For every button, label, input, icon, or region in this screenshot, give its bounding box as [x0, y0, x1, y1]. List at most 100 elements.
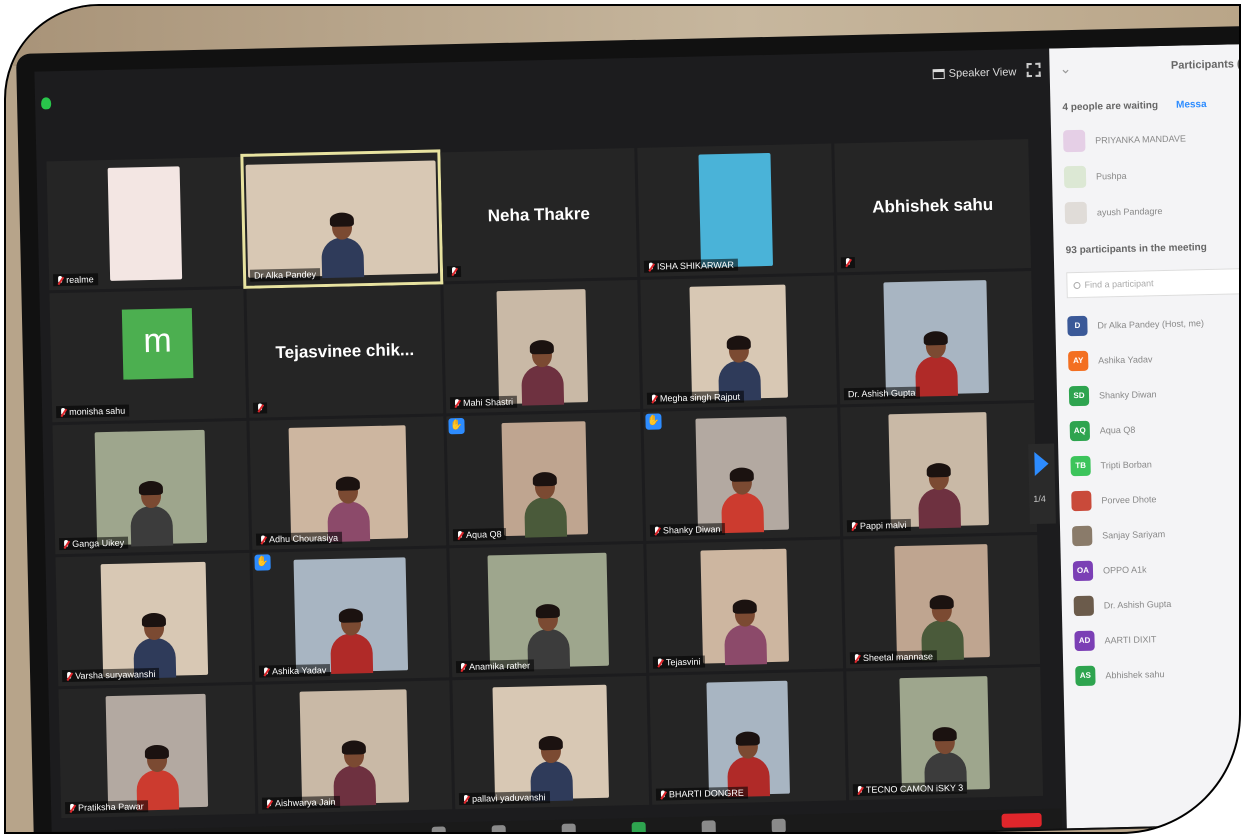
muted-mic-icon [854, 654, 860, 663]
video-tile[interactable]: Aishwarya Jain [255, 680, 453, 814]
waiting-participant-name: Pushpa [1095, 170, 1127, 182]
end-meeting-button[interactable] [1001, 812, 1042, 828]
video-tile[interactable]: Pratiksha Pawar [58, 684, 256, 819]
muted-mic-icon [60, 407, 66, 416]
video-tile[interactable]: Varsha suryawanshi [55, 552, 253, 687]
participant-name-tag: Aishwarya Jain [261, 795, 340, 810]
video-feed [689, 284, 788, 402]
participant-name-tag: monisha sahu [56, 404, 130, 419]
participant-row[interactable]: AQ Aqua Q8 [1057, 409, 1239, 449]
encryption-shield-icon[interactable] [40, 97, 52, 110]
video-tile[interactable]: BHARTI DONGRE [649, 671, 847, 805]
participant-figure [919, 594, 966, 661]
video-tile[interactable]: Abhishek sahu [834, 139, 1032, 273]
participant-display-name: Neha Thakre [487, 203, 590, 225]
chat-icon[interactable] [561, 823, 576, 832]
mute-icon[interactable] [122, 833, 136, 834]
video-tile[interactable]: ✋ Shanky Diwan [643, 407, 841, 541]
waiting-participant[interactable]: Pushpa [1052, 155, 1239, 196]
fullscreen-icon[interactable] [1026, 62, 1041, 78]
video-feed [299, 689, 409, 806]
search-icon [1073, 281, 1081, 289]
video-tile[interactable]: pallavi yaduvanshi [452, 675, 650, 810]
participant-name: AARTI DIXIT [1104, 633, 1157, 645]
video-tile[interactable]: ✋ Aqua Q8 [446, 411, 644, 546]
participant-name-tag: Mahi Shastri [449, 395, 518, 410]
message-link[interactable]: Messa [1176, 99, 1207, 111]
participants-icon[interactable] [491, 825, 506, 832]
raised-hand-icon: ✋ [645, 413, 662, 430]
participant-name-tag: Shanky Diwan [649, 523, 725, 537]
muted-mic-icon [454, 399, 460, 408]
video-feed [245, 160, 439, 279]
video-tile[interactable]: m monisha sahu [49, 288, 247, 423]
next-page-button[interactable]: 1/4 [1028, 443, 1056, 525]
video-tile[interactable]: Tejasvinee chik... [246, 284, 444, 418]
video-feed [899, 676, 990, 793]
speaker-view-button[interactable]: Speaker View [932, 63, 1016, 83]
video-tile[interactable]: Mahi Shastri [443, 279, 641, 414]
muted-mic-icon [457, 530, 463, 539]
participant-name: Pappi malvi [859, 519, 907, 531]
participant-row[interactable]: SD Shanky Diwan [1057, 374, 1239, 414]
video-feed [486, 552, 609, 670]
participant-row[interactable]: Dr. Ashish Gupta [1061, 584, 1239, 624]
video-tile[interactable]: Tejasvini [646, 539, 844, 673]
participant-name: Sheetal mannase [862, 651, 934, 663]
muted-mic-icon [648, 262, 654, 271]
video-feed [893, 544, 990, 661]
participant-row[interactable]: TB Tripti Borban [1058, 444, 1239, 484]
share-screen-icon[interactable] [631, 821, 646, 832]
waiting-participant[interactable]: PRIYANKA MANDAVE [1051, 119, 1239, 160]
security-icon[interactable] [431, 826, 446, 832]
participant-row[interactable]: Porvee Dhote [1059, 479, 1239, 519]
in-meeting-count: 93 participants in the meeting [1065, 242, 1207, 257]
video-tile[interactable]: Pappi malvi [840, 402, 1038, 537]
reactions-icon[interactable] [771, 818, 786, 832]
participant-name: Mahi Shastri [462, 396, 514, 408]
participant-name-tag: Dr Alka Pandey [249, 268, 321, 282]
participant-row[interactable]: AD AARTI DIXIT [1062, 619, 1239, 659]
participants-panel: ⌄ Participants (93) 4 people are waiting… [1049, 43, 1241, 829]
participant-name-tag: realme [53, 273, 98, 287]
find-participant-input[interactable]: Find a participant [1066, 267, 1239, 299]
participant-name-tag [252, 402, 268, 414]
participant-name: TECNO CAMON iSKY 3 [865, 782, 964, 795]
waiting-room-header: 4 people are waiting Messa [1050, 84, 1239, 124]
record-icon[interactable] [701, 820, 716, 832]
participant-name-tag: Ganga Uikey [58, 536, 129, 551]
video-tile[interactable]: Megha singh Rajput [640, 275, 838, 409]
chevron-down-icon[interactable]: ⌄ [1059, 60, 1071, 77]
avatar [1063, 165, 1087, 189]
participant-name: Anamika rather [468, 660, 531, 672]
participant-name: Dr. Ashish Gupta [1103, 598, 1172, 610]
participant-name: OPPO A1k [1102, 563, 1147, 575]
participant-row[interactable]: AS Abhishek sahu [1063, 654, 1239, 694]
panel-title: Participants (93) [1170, 57, 1241, 72]
raised-hand-icon: ✋ [448, 417, 465, 435]
participant-name: Pratiksha Pawar [78, 801, 144, 813]
video-tile[interactable]: Dr Alka Pandey [240, 149, 444, 289]
participant-row[interactable]: D Dr Alka Pandey (Host, me) [1055, 304, 1239, 344]
video-tile[interactable]: Dr. Ashish Gupta [837, 271, 1035, 405]
video-feed [705, 680, 790, 798]
video-tile[interactable]: Neha Thakre [440, 147, 638, 282]
video-tile[interactable]: Adhu Chourasiya [249, 416, 447, 550]
video-tile[interactable]: Sheetal mannase [843, 534, 1041, 669]
participant-figure [319, 212, 366, 279]
participant-row[interactable]: Sanjay Sariyam [1060, 514, 1239, 554]
video-tile[interactable]: realme [46, 156, 244, 291]
participant-figure [725, 731, 772, 798]
participant-row[interactable]: OA OPPO A1k [1061, 549, 1239, 589]
video-tile[interactable]: Anamika rather [449, 543, 647, 678]
video-icon[interactable] [191, 831, 207, 832]
avatar: SD [1068, 385, 1090, 406]
video-tile[interactable]: ISHA SHIKARWAR [637, 143, 835, 277]
video-tile[interactable]: Ganga Uikey [52, 420, 250, 555]
participant-row[interactable]: AY Ashika Yadav [1056, 339, 1239, 379]
participant-name: BHARTI DONGRE [668, 787, 744, 800]
waiting-participant[interactable]: ayush Pandagre [1052, 191, 1239, 232]
video-tile[interactable]: ✋ Ashika Yadav [252, 548, 450, 682]
muted-mic-icon [845, 258, 851, 267]
video-tile[interactable]: TECNO CAMON iSKY 3 [846, 666, 1044, 801]
